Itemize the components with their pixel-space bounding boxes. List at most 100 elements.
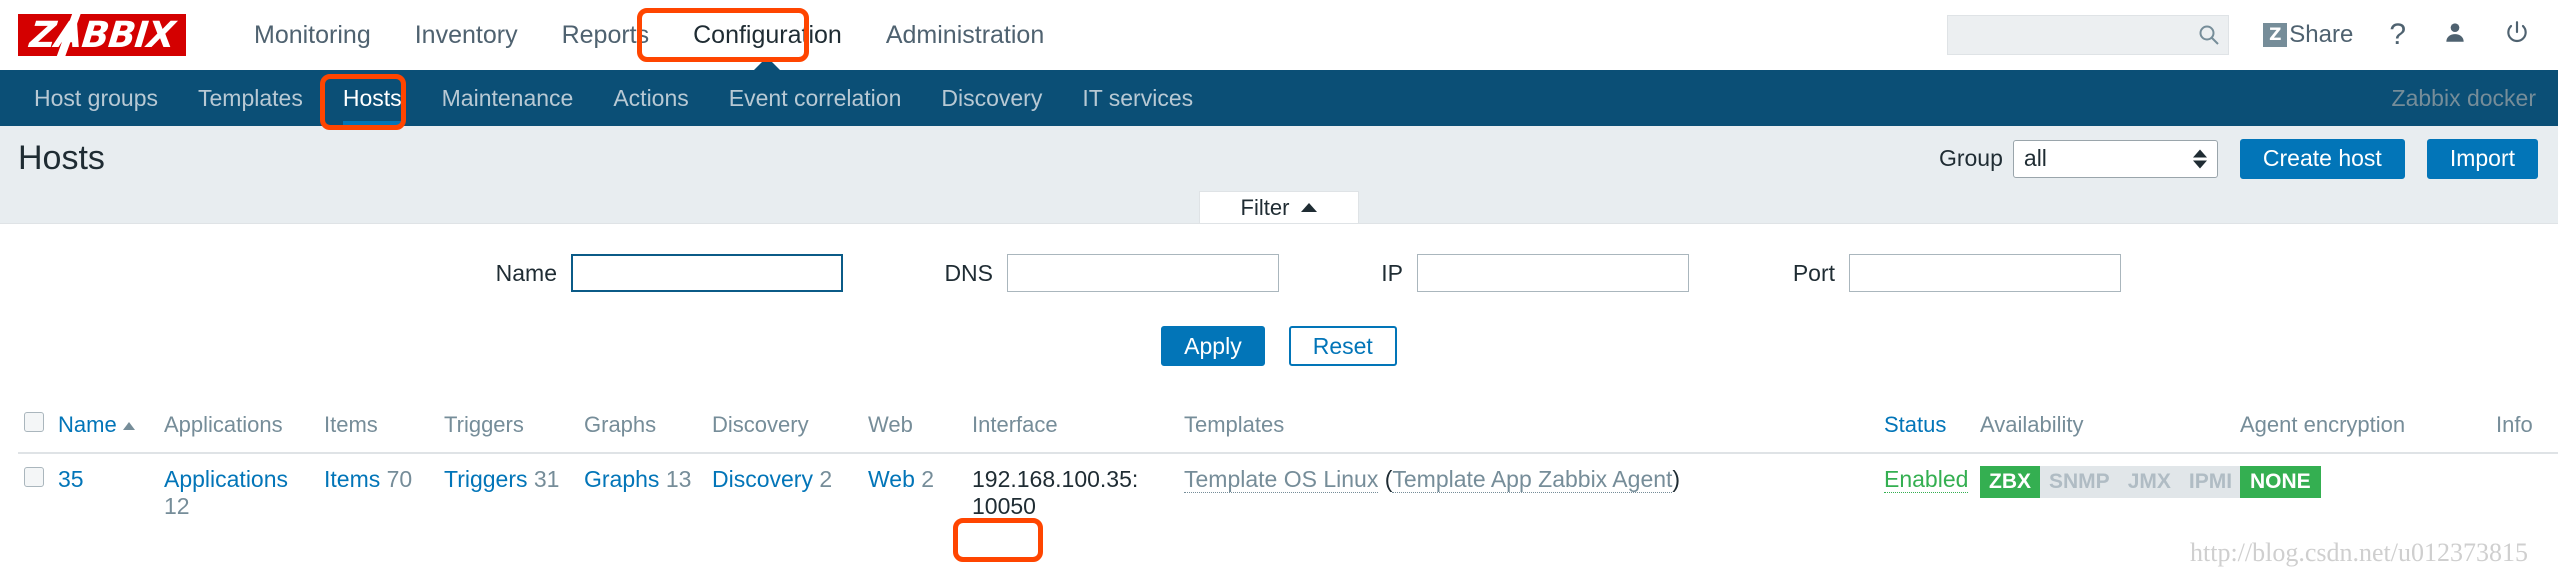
availability-badge-snmp[interactable]: SNMP xyxy=(2040,466,2119,499)
page-title: Hosts xyxy=(18,139,105,177)
sign-out-button[interactable] xyxy=(2504,19,2530,51)
ip-input[interactable] xyxy=(1417,254,1689,292)
nav-label-administration: Administration xyxy=(885,21,1045,49)
page-title-bar: Hosts Group all Create host Import xyxy=(0,126,2558,191)
discovery-count: 2 xyxy=(819,466,833,492)
dns-input[interactable] xyxy=(1007,254,1279,292)
filter-field-port: Port xyxy=(1749,254,2121,292)
availability-badge-ipmi[interactable]: IPMI xyxy=(2179,466,2242,499)
subnav-label-it-services: IT services xyxy=(1082,85,1194,111)
hosts-table: Name Applications Items Triggers Graphs … xyxy=(18,396,2558,532)
availability-badges: ZBX SNMP JMX IPMI xyxy=(1980,466,2242,499)
user-profile-button[interactable] xyxy=(2442,19,2468,51)
discovery-link[interactable]: Discovery xyxy=(712,466,813,492)
group-select[interactable]: all xyxy=(2012,139,2218,178)
create-host-button[interactable]: Create host xyxy=(2239,138,2405,179)
column-header-interface: Interface xyxy=(966,396,1178,454)
column-header-status[interactable]: Status xyxy=(1878,396,1974,454)
cell-triggers: Triggers 31 xyxy=(438,453,578,532)
reset-button[interactable]: Reset xyxy=(1288,326,1397,366)
search-input[interactable] xyxy=(1947,15,2230,55)
nav-label-reports: Reports xyxy=(561,21,650,49)
cell-graphs: Graphs 13 xyxy=(578,453,706,532)
cell-applications: Applications 12 xyxy=(158,453,318,532)
web-link[interactable]: Web xyxy=(868,466,915,492)
row-select-cell[interactable] xyxy=(18,453,52,532)
cell-status: Enabled xyxy=(1878,453,1974,532)
sort-ascending-icon xyxy=(122,422,135,431)
help-button[interactable]: ? xyxy=(2389,20,2406,50)
column-header-discovery: Discovery xyxy=(706,396,862,454)
active-tab-underline xyxy=(342,121,402,126)
availability-badge-zbx[interactable]: ZBX xyxy=(1980,466,2040,499)
filter-tab[interactable]: Filter xyxy=(1199,191,1359,223)
web-count: 2 xyxy=(921,466,935,492)
availability-badge-jmx[interactable]: JMX xyxy=(2118,466,2180,499)
cell-templates: Template OS Linux (Template App Zabbix A… xyxy=(1178,453,1878,532)
row-checkbox[interactable] xyxy=(24,467,44,487)
caret-up-icon xyxy=(1301,203,1318,212)
import-button[interactable]: Import xyxy=(2426,138,2538,179)
subnav-label-maintenance: Maintenance xyxy=(441,85,574,111)
sidebar-item-discovery[interactable]: Discovery xyxy=(921,70,1062,126)
select-all-checkbox[interactable] xyxy=(24,412,44,432)
share-button[interactable]: Z Share xyxy=(2263,21,2353,49)
user-icon xyxy=(2442,19,2468,51)
column-select-all[interactable] xyxy=(18,396,52,454)
items-count: 70 xyxy=(386,466,413,492)
nav-item-reports[interactable]: Reports xyxy=(540,0,672,70)
subnav-label-host-groups: Host groups xyxy=(34,85,159,111)
question-mark-icon: ? xyxy=(2389,18,2406,51)
nav-label-monitoring: Monitoring xyxy=(254,21,371,49)
chevron-updown-icon xyxy=(2192,149,2207,168)
column-header-info: Info xyxy=(2490,396,2558,454)
nav-item-configuration[interactable]: Configuration xyxy=(671,0,864,70)
subnav-label-hosts: Hosts xyxy=(342,85,402,111)
table-row: 35 Applications 12 Items 70 Triggers 31 … xyxy=(18,453,2558,532)
nav-active-pointer-icon xyxy=(754,57,781,70)
filter-fields: Name DNS IP Port xyxy=(0,254,2558,292)
filter-section: Filter Name DNS IP Port Apply Reset xyxy=(0,191,2558,396)
column-header-name[interactable]: Name xyxy=(52,396,158,454)
main-navigation: Monitoring Inventory Reports Configurati… xyxy=(232,0,1066,70)
column-label-name: Name xyxy=(58,412,117,437)
cell-interface: 192.168.100.35: 10050 xyxy=(972,466,1139,519)
sidebar-item-event-correlation[interactable]: Event correlation xyxy=(709,70,922,126)
logo-text: ZABBIX xyxy=(27,14,177,56)
triggers-link[interactable]: Triggers xyxy=(444,466,528,492)
import-label: Import xyxy=(2449,145,2515,171)
cell-web: Web 2 xyxy=(862,453,966,532)
apply-button[interactable]: Apply xyxy=(1161,326,1265,366)
reset-label: Reset xyxy=(1312,332,1373,359)
filter-label-port: Port xyxy=(1792,259,1835,286)
global-search xyxy=(1947,15,2230,55)
sidebar-item-maintenance[interactable]: Maintenance xyxy=(422,70,594,126)
applications-link[interactable]: Applications xyxy=(164,466,288,492)
template-link-os-linux[interactable]: Template OS Linux xyxy=(1184,466,1379,493)
filter-label-ip: IP xyxy=(1381,259,1403,286)
server-name-label: Zabbix docker xyxy=(2391,84,2536,111)
graphs-link[interactable]: Graphs xyxy=(584,466,659,492)
items-link[interactable]: Items xyxy=(324,466,380,492)
sidebar-item-it-services[interactable]: IT services xyxy=(1062,70,1213,126)
search-icon[interactable] xyxy=(2197,23,2221,47)
status-badge[interactable]: Enabled xyxy=(1884,466,1969,493)
sidebar-item-host-groups[interactable]: Host groups xyxy=(14,70,178,126)
host-name-link[interactable]: 35 xyxy=(58,466,84,492)
zabbix-share-icon: Z xyxy=(2263,23,2288,47)
sidebar-item-templates[interactable]: Templates xyxy=(178,70,323,126)
apply-label: Apply xyxy=(1184,332,1242,359)
zabbix-logo[interactable]: ZABBIX xyxy=(18,14,186,56)
subnav-label-actions: Actions xyxy=(613,85,689,111)
nav-item-inventory[interactable]: Inventory xyxy=(393,0,540,70)
template-link-zabbix-agent[interactable]: Template App Zabbix Agent xyxy=(1392,466,1673,493)
port-input[interactable] xyxy=(1849,254,2121,292)
nav-item-monitoring[interactable]: Monitoring xyxy=(232,0,393,70)
filter-field-ip: IP xyxy=(1339,254,1689,292)
sidebar-item-actions[interactable]: Actions xyxy=(593,70,708,126)
sidebar-item-hosts[interactable]: Hosts xyxy=(323,70,422,126)
name-input[interactable] xyxy=(571,254,843,292)
share-label: Share xyxy=(2289,21,2354,48)
nav-item-administration[interactable]: Administration xyxy=(864,0,1066,70)
filter-label-dns: DNS xyxy=(944,259,993,286)
